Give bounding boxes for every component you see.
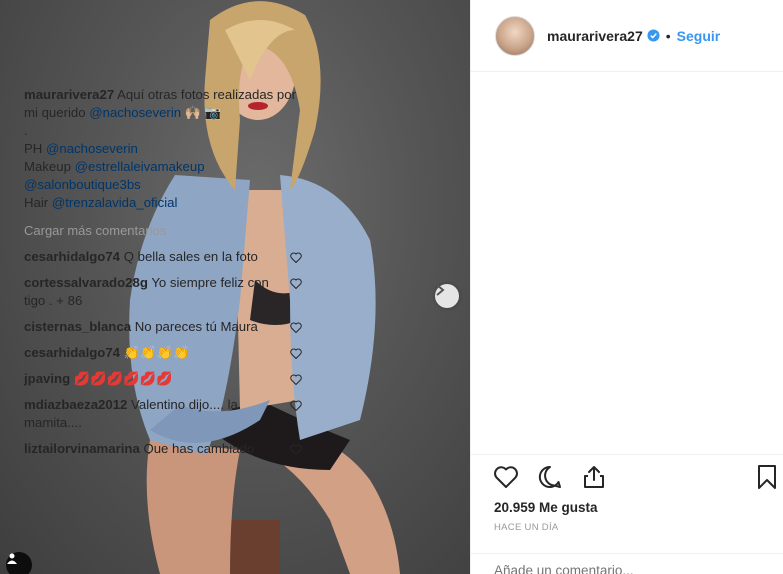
caption-username[interactable]: maurarivera27 <box>24 87 114 102</box>
header-separator: • <box>665 27 671 44</box>
heart-icon <box>494 466 518 488</box>
comment-item: jpaving 💋💋💋💋💋💋 <box>24 370 302 388</box>
action-icons <box>490 461 610 493</box>
hair-mention[interactable]: @trenzalavida_oficial <box>52 195 178 210</box>
comment-item: liztailorvinamarina Que has cambiado Mau… <box>24 440 302 454</box>
comment-item: cisternas_blanca No pareces tú Maura <box>24 318 302 336</box>
comment-like-heart-icon[interactable] <box>290 322 302 333</box>
follow-button[interactable]: Seguir <box>677 28 721 44</box>
comment-username[interactable]: cisternas_blanca <box>24 319 131 334</box>
comment-like-heart-icon[interactable] <box>290 374 302 385</box>
comment-username[interactable]: liztailorvinamarina <box>24 441 140 454</box>
salon-mention[interactable]: @salonboutique3bs <box>24 177 141 192</box>
load-more-comments-button[interactable]: Cargar más comentarios <box>24 222 302 240</box>
post-actions: 20.959 Me gusta HACE UN DÍA <box>470 454 783 574</box>
comment-username[interactable]: mdiazbaeza2012 <box>24 397 127 412</box>
comment-item: cortessalvarado28g Yo siempre feliz con … <box>24 274 302 310</box>
add-comment-input[interactable] <box>494 563 754 574</box>
ph-label: PH <box>24 141 43 156</box>
comment-like-heart-icon[interactable] <box>290 400 302 411</box>
comment-item: cesarhidalgo74 Q bella sales en la foto <box>24 248 302 266</box>
comment-text: 💋💋💋💋💋💋 <box>73 371 173 386</box>
like-button[interactable] <box>490 461 522 493</box>
comment-username[interactable]: cortessalvarado28g <box>24 275 148 290</box>
comment-like-heart-icon[interactable] <box>290 252 302 263</box>
caption-mention[interactable]: @nachoseverin <box>89 105 181 120</box>
comment-text: 👏👏👏👏 <box>123 345 190 360</box>
comments-list[interactable]: maurarivera27 Aquí otras fotos realizada… <box>24 86 302 454</box>
makeup-label: Makeup <box>24 159 71 174</box>
ph-mention[interactable]: @nachoseverin <box>46 141 138 156</box>
header-username[interactable]: maurarivera27 <box>547 28 643 44</box>
user-tag-button[interactable] <box>6 552 32 574</box>
next-arrow-icon <box>436 284 445 296</box>
comment-text: Q bella sales en la foto <box>123 249 258 264</box>
comment-username[interactable]: jpaving <box>24 371 70 386</box>
verified-badge-icon <box>647 29 660 42</box>
comment-username[interactable]: cesarhidalgo74 <box>24 249 120 264</box>
caption-emoji: 🙌🏼 📷 <box>184 105 222 120</box>
comment-like-heart-icon[interactable] <box>290 348 302 359</box>
add-comment-area <box>470 553 783 574</box>
save-button[interactable] <box>751 461 783 493</box>
post-header: maurarivera27 • Seguir <box>471 0 783 72</box>
likes-count[interactable]: 20.959 Me gusta <box>494 500 598 515</box>
share-button[interactable] <box>578 461 610 493</box>
bookmark-icon <box>758 465 776 489</box>
post-date[interactable]: HACE UN DÍA <box>494 522 559 533</box>
comment-item: cesarhidalgo74 👏👏👏👏 <box>24 344 302 362</box>
comment-username[interactable]: cesarhidalgo74 <box>24 345 120 360</box>
comment-like-heart-icon[interactable] <box>290 444 302 454</box>
comment-like-heart-icon[interactable] <box>290 278 302 289</box>
comment-text: No pareces tú Maura <box>134 319 258 334</box>
makeup-mention[interactable]: @estrellaleivamakeup <box>75 159 205 174</box>
comment-button[interactable] <box>534 461 566 493</box>
caption-dot-line: . <box>24 123 28 138</box>
post-caption: maurarivera27 Aquí otras fotos realizada… <box>24 86 302 212</box>
avatar[interactable] <box>495 15 535 56</box>
hair-label: Hair <box>24 195 49 210</box>
user-tag-icon <box>7 553 17 564</box>
share-icon <box>584 466 604 488</box>
next-photo-button[interactable] <box>435 284 459 308</box>
comment-icon <box>538 465 561 488</box>
comment-item: mdiazbaeza2012 Valentino dijo.... la mam… <box>24 396 302 432</box>
